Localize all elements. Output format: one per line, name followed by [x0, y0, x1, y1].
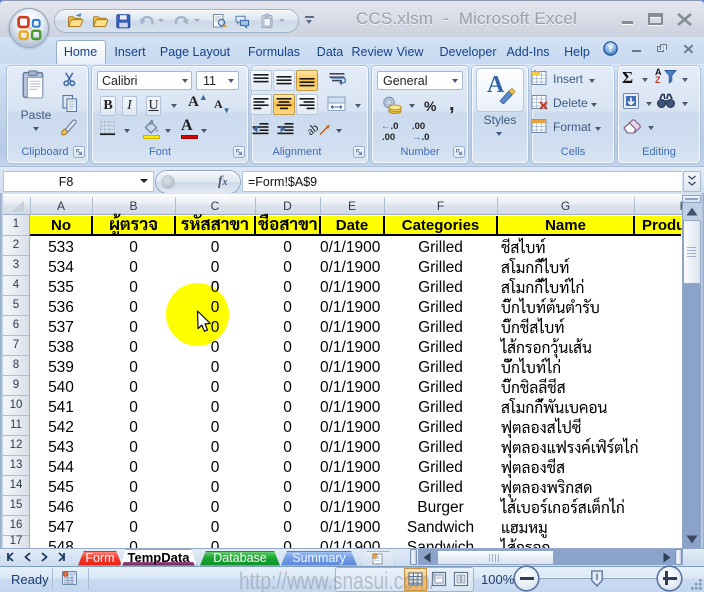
svg-text:?: ? — [608, 44, 613, 55]
